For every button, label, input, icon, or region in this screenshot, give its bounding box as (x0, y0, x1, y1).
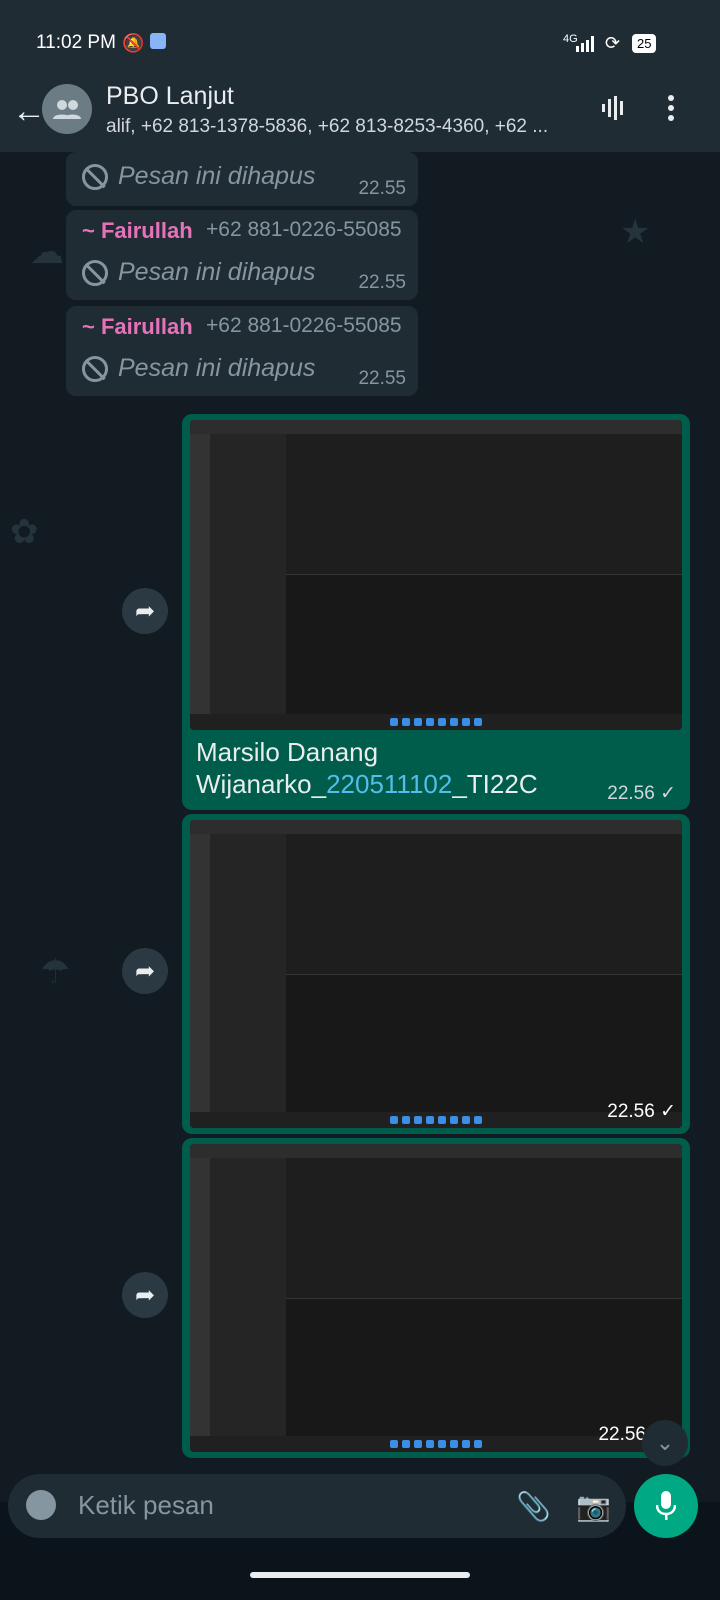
screenshot-image[interactable] (190, 1144, 682, 1452)
ide-terminal (286, 574, 682, 714)
ide-menubar (190, 820, 682, 834)
forward-icon: ➦ (134, 1281, 156, 1309)
camera-icon[interactable]: 📷 (576, 1490, 611, 1523)
message-time: 22.56 ✓ (607, 783, 676, 804)
message-time: 22.55 (358, 368, 406, 389)
ide-menubar (190, 1144, 682, 1158)
system-nav-bar (0, 1544, 720, 1600)
ide-terminal (286, 974, 682, 1112)
deleted-text: Pesan ini dihapus (118, 258, 316, 286)
ide-explorer (210, 434, 286, 714)
deleted-message-bubble[interactable]: ~ Fairullah +62 881-0226-55085 Pesan ini… (66, 306, 418, 396)
caption-line: Marsilo Danang (196, 737, 379, 767)
forward-button[interactable]: ➦ (122, 948, 168, 994)
ide-menubar (190, 420, 682, 434)
ide-activity-bar (190, 434, 210, 714)
more-icon[interactable] (666, 94, 676, 127)
battery-level: 25 (637, 36, 652, 51)
wallpaper-doodle: ✿ (10, 513, 39, 551)
image-message-bubble[interactable]: 22.56 (182, 1138, 690, 1458)
ide-activity-bar (190, 834, 210, 1112)
message-time: 22.56 (598, 1424, 646, 1445)
message-time: 22.55 (358, 178, 406, 199)
sender-name[interactable]: ~ Fairullah (82, 218, 193, 244)
battery-icon: 25 (632, 34, 657, 53)
sender-name[interactable]: ~ Fairullah (82, 314, 193, 340)
home-gesture-pill[interactable] (250, 1572, 470, 1578)
message-time: 22.56 ✓ (607, 1101, 676, 1122)
voice-call-icon[interactable] (600, 94, 628, 127)
message-time: 22.55 (358, 272, 406, 293)
chat-title[interactable]: PBO Lanjut (106, 82, 234, 111)
forward-icon: ➦ (134, 957, 156, 985)
caption-link[interactable]: 220511102 (326, 769, 452, 799)
ide-explorer (210, 834, 286, 1112)
status-bar: 11:02 PM 🔕 4G ⟳ 25 (0, 0, 720, 80)
wallpaper-doodle: ★ (620, 213, 651, 251)
chat-area[interactable]: ☁ ★ ✿ ☂ ♪ Pesan ini dihapus 22.55 ~ Fair… (0, 152, 720, 1502)
screenshot-image[interactable] (190, 820, 682, 1128)
ide-activity-bar (190, 1158, 210, 1436)
forward-button[interactable]: ➦ (122, 588, 168, 634)
message-composer[interactable]: Ketik pesan 📎 📷 (8, 1474, 626, 1538)
group-avatar-icon[interactable] (42, 84, 92, 134)
chevron-down-icon: ⌄ (655, 1430, 675, 1455)
image-message-bubble[interactable]: Marsilo Danang Wijanarko_220511102_TI22C… (182, 414, 690, 810)
caption-suffix: _TI22C (452, 769, 538, 799)
mic-icon (656, 1491, 676, 1520)
shield-icon (150, 33, 166, 49)
mute-bell-icon: 🔕 (122, 33, 145, 53)
voice-record-button[interactable] (634, 1474, 698, 1538)
clock: 11:02 PM (36, 32, 116, 53)
deleted-icon (82, 259, 108, 286)
sender-phone: +62 881-0226-55085 (206, 314, 402, 337)
windows-taskbar (190, 714, 682, 730)
deleted-icon (82, 163, 108, 190)
chat-participants[interactable]: alif, +62 813-1378-5836, +62 813-8253-43… (106, 116, 606, 138)
back-arrow-icon[interactable]: ← (12, 92, 46, 131)
ide-code-editor (286, 834, 682, 974)
scroll-to-bottom-button[interactable]: ⌄ (642, 1420, 688, 1466)
caption-prefix: Wijanarko_ (196, 769, 327, 799)
forward-button[interactable]: ➦ (122, 1272, 168, 1318)
deleted-icon (82, 355, 108, 382)
ide-code-editor (286, 434, 682, 574)
forward-icon: ➦ (134, 597, 156, 625)
message-input[interactable]: Ketik pesan (78, 1490, 214, 1521)
ide-terminal (286, 1298, 682, 1436)
wallpaper-doodle: ☂ (40, 953, 71, 991)
wallpaper-doodle: ☁ (30, 233, 64, 271)
sender-phone: +62 881-0226-55085 (206, 218, 402, 241)
ide-code-editor (286, 1158, 682, 1298)
image-message-bubble[interactable]: 22.56 ✓ (182, 814, 690, 1134)
deleted-text: Pesan ini dihapus (118, 162, 316, 190)
deleted-message-bubble[interactable]: ~ Fairullah +62 881-0226-55085 Pesan ini… (66, 210, 418, 300)
chat-header: ← PBO Lanjut alif, +62 813-1378-5836, +6… (0, 80, 720, 152)
deleted-text: Pesan ini dihapus (118, 354, 316, 382)
attach-icon[interactable]: 📎 (516, 1490, 551, 1523)
emoji-icon[interactable] (26, 1490, 56, 1520)
screenshot-image[interactable] (190, 420, 682, 730)
message-caption: Marsilo Danang Wijanarko_220511102_TI22C (196, 736, 538, 800)
signal-icon (576, 36, 598, 57)
ide-explorer (210, 1158, 286, 1436)
wifi-icon: ⟳ (605, 33, 621, 53)
deleted-message-bubble[interactable]: Pesan ini dihapus 22.55 (66, 152, 418, 206)
